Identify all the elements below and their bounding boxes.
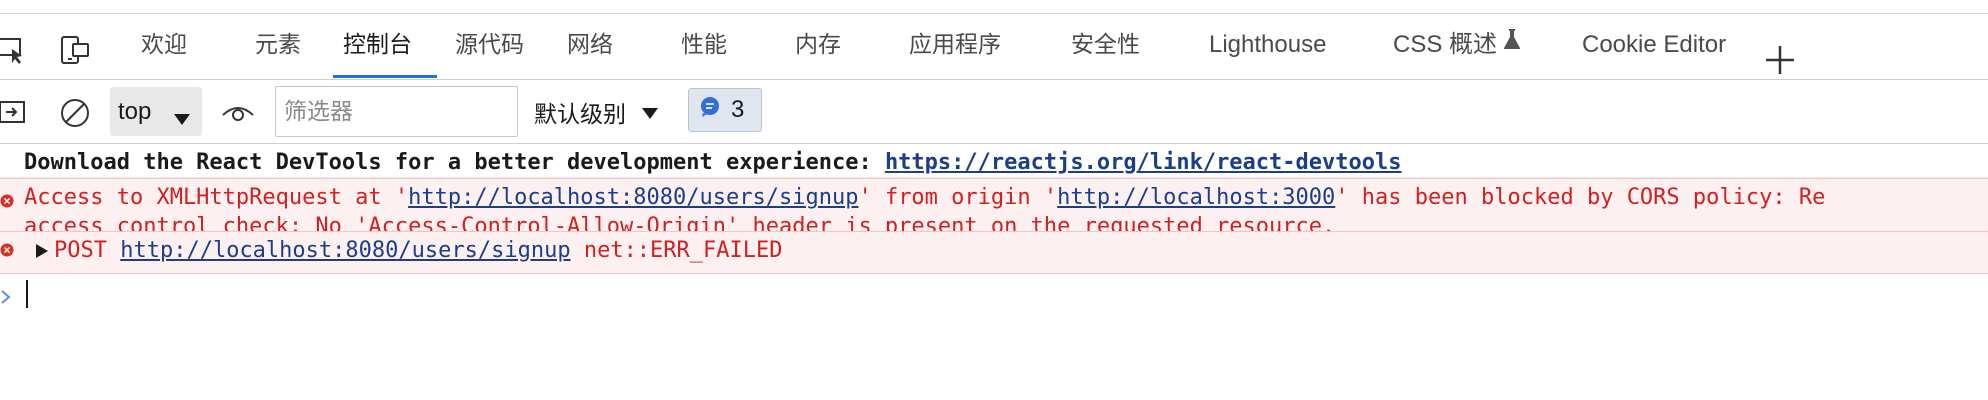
console-message-post-error[interactable]: POST http://localhost:8080/users/signup … [0, 232, 1988, 274]
signup-url-link[interactable]: http://localhost:8080/users/signup [408, 185, 858, 210]
window-top-strip [0, 0, 1988, 14]
tab-elements[interactable]: 元素 [255, 14, 301, 76]
sidebar-toggle-icon[interactable] [0, 97, 28, 127]
inspect-element-icon[interactable] [0, 33, 28, 67]
add-tab-plus-icon[interactable] [1762, 42, 1798, 78]
tab-css-overview-label: CSS 概述 [1393, 31, 1498, 58]
prompt-chevron-icon [0, 286, 12, 311]
cors-prefix: Access to XMLHttpRequest at ' [24, 185, 409, 210]
log-level-value: 默认级别 [534, 101, 626, 128]
post-error-code: net::ERR_FAILED [583, 238, 783, 263]
cors-error-line-1: Access to XMLHttpRequest at 'http://loca… [24, 183, 1988, 212]
origin-url-link[interactable]: http://localhost:3000 [1057, 185, 1335, 210]
console-toolbar: top 默认级别 3 [0, 80, 1988, 144]
active-tab-indicator [333, 75, 437, 78]
cors-suffix: ' has been blocked by CORS policy: Re [1335, 185, 1826, 210]
tab-application[interactable]: 应用程序 [909, 14, 1001, 76]
live-expression-eye-icon[interactable] [220, 98, 256, 128]
info-message-text: Download the React DevTools for a better… [24, 150, 885, 175]
message-bubble-icon [699, 96, 721, 125]
tab-performance[interactable]: 性能 [681, 14, 727, 76]
tab-security[interactable]: 安全性 [1071, 14, 1140, 76]
tab-css-overview[interactable]: CSS 概述 [1393, 14, 1521, 76]
chevron-down-icon [174, 105, 190, 133]
experiment-flask-icon [1503, 12, 1521, 74]
text-cursor [26, 280, 28, 308]
tab-cookie-editor[interactable]: Cookie Editor [1582, 14, 1726, 76]
console-message-info: Download the React DevTools for a better… [0, 144, 1988, 178]
error-icon [0, 238, 14, 263]
cors-error-line-2: access control check: No 'Access-Control… [24, 214, 1336, 232]
context-selector-value: top [118, 97, 152, 125]
console-messages: Download the React DevTools for a better… [0, 144, 1988, 318]
chevron-down-icon [642, 100, 658, 126]
expand-triangle-icon[interactable] [36, 239, 48, 264]
device-toolbar-icon[interactable] [58, 33, 92, 67]
messages-count-badge[interactable]: 3 [688, 88, 762, 132]
post-url-link[interactable]: http://localhost:8080/users/signup [120, 238, 570, 263]
react-devtools-link[interactable]: https://reactjs.org/link/react-devtools [885, 150, 1402, 175]
tab-console[interactable]: 控制台 [343, 14, 412, 76]
clear-console-icon[interactable] [58, 96, 92, 130]
tab-welcome[interactable]: 欢迎 [141, 14, 187, 76]
context-selector[interactable]: top [110, 87, 202, 136]
tab-memory[interactable]: 内存 [795, 14, 841, 76]
log-level-selector[interactable]: 默认级别 [534, 87, 658, 136]
filter-input[interactable] [275, 86, 518, 137]
tab-lighthouse[interactable]: Lighthouse [1209, 14, 1326, 76]
error-icon [0, 187, 14, 216]
devtools-tab-bar: 欢迎 元素 控制台 源代码 网络 性能 内存 应用程序 安全性 Lighthou… [0, 14, 1988, 80]
tab-network[interactable]: 网络 [567, 14, 613, 76]
tab-sources[interactable]: 源代码 [455, 14, 524, 76]
console-prompt[interactable] [0, 274, 1988, 318]
cors-middle: ' from origin ' [858, 185, 1058, 210]
console-message-cors-error: Access to XMLHttpRequest at 'http://loca… [0, 178, 1988, 232]
messages-count: 3 [731, 96, 745, 123]
post-method: POST [54, 238, 107, 263]
